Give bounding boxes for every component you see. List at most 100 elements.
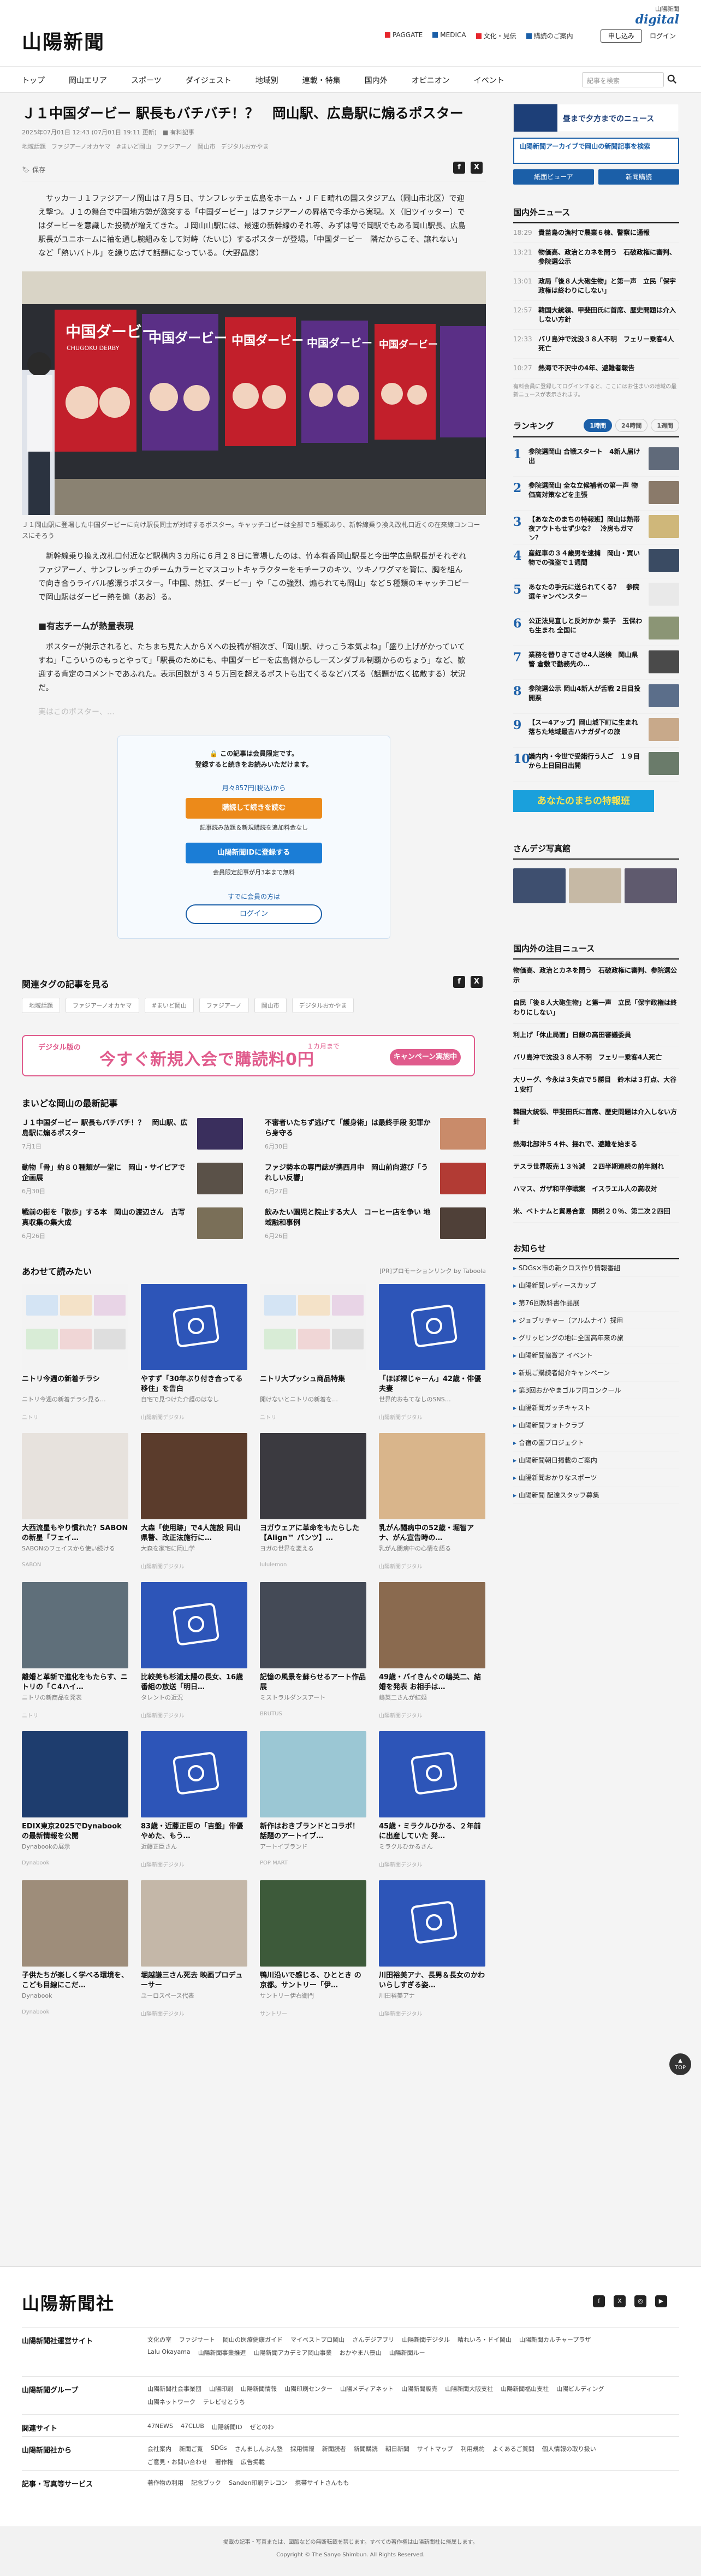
notice-item[interactable]: 第3回おかやまゴルフ同コンクール — [513, 1382, 679, 1399]
ranking-item[interactable]: 7 業務を替りきてさせ4人送検 岡山県警 倉敷で勤務先の… — [513, 646, 679, 680]
footer-link[interactable]: 山陽新聞デジタル — [402, 2335, 450, 2344]
recommended-card[interactable]: 子供たちが楽しく学べる環境を、こども目線にこだ… Dynabook Dynabook — [22, 1880, 128, 2017]
back-to-top-button[interactable]: ▲ TOP — [669, 2053, 691, 2075]
nav-item-sports[interactable]: スポーツ — [131, 75, 162, 86]
footer-link[interactable]: 山陽新聞カルチャープラザ — [519, 2335, 591, 2344]
article-tag[interactable]: デジタルおかやま — [221, 141, 269, 152]
footer-link[interactable]: テレビせとうち — [203, 2397, 245, 2406]
ranking-item[interactable]: 5 あなたの手元に送られてくる？ 参院選キャンペンスター — [513, 578, 679, 612]
footer-link[interactable]: 個人情報の取り扱い — [542, 2444, 596, 2453]
national-news-item[interactable]: 10:27 熱海で不沢中の4年、避難者報告 — [513, 359, 679, 378]
search-input[interactable]: 記事を検索 — [582, 72, 664, 87]
footer-link[interactable]: 山陽ネットワーク — [147, 2397, 195, 2406]
footer-link[interactable]: よくあるご質問 — [492, 2444, 534, 2453]
site-logo[interactable]: 山陽新聞 — [22, 26, 105, 55]
footer-link[interactable]: 山陽新聞販売 — [401, 2384, 437, 2393]
local-news-item[interactable]: 飲みたい園児と院止する大人 コーヒー店を争い 地域融和事例 6月26日 — [265, 1207, 486, 1242]
footer-link[interactable]: 携帯サイトさんもも — [295, 2478, 349, 2489]
article-tag[interactable]: ファジアーノオカヤマ — [51, 141, 111, 152]
footer-link[interactable]: 著作物の利用 — [147, 2478, 183, 2489]
footer-link[interactable]: ご意見・お問い合わせ — [147, 2457, 207, 2466]
article-tag[interactable]: ファジアーノ — [157, 141, 192, 152]
footer-link[interactable]: 山陽新聞事業推進 — [198, 2348, 246, 2357]
recommended-card[interactable]: 新作はおきブランドとコラボ！ 話題のアートイブ… アートイブランド POP MART — [260, 1731, 366, 1868]
footer-link[interactable]: さんましんぶん塾 — [235, 2444, 283, 2453]
subscribe-read-button[interactable]: 購読して続きを読む — [186, 798, 322, 819]
recommended-card[interactable]: 大森「使用跡」で4人施設 同山県警、改正法施行に… 大森を家宅に岡山学 山陽新聞デジ… — [141, 1433, 247, 1570]
footer-logo[interactable]: 山陽新聞社 — [22, 2290, 115, 2315]
local-news-item[interactable]: 不審者いたちず逃げて「護身術」は最終手段 犯罪から身守る 6月30日 — [265, 1118, 486, 1153]
header-link-paggate[interactable]: PAGGATE — [385, 31, 423, 40]
recommended-card[interactable]: 川田裕美アナ、長男＆長女のかわいらしすぎる姿… 川田裕美アナ 山陽新聞デジタル — [379, 1880, 485, 2017]
recommended-card[interactable]: 45歳・ミラクルひかる、２年前に出産していた 発… ミラクルひかるさん 山陽新聞デジ… — [379, 1731, 485, 1868]
notice-item[interactable]: 山陽新聞レディースカップ — [513, 1277, 679, 1294]
national-news-item[interactable]: 13:21 物価高、政治とカネを問う 石破政権に審判、参院選公示 — [513, 243, 679, 272]
gallery-photo[interactable] — [569, 868, 621, 903]
gallery-photo[interactable] — [513, 868, 566, 903]
related-tag[interactable]: 地域話題 — [22, 998, 60, 1013]
header-link-subscribe[interactable]: 購読のご案内 — [526, 31, 573, 40]
footer-link[interactable]: 山陽新聞社会事業団 — [147, 2384, 201, 2393]
footer-link[interactable]: 朝日新聞 — [385, 2444, 409, 2453]
login-link[interactable]: ログイン — [650, 31, 676, 40]
gallery-photo[interactable] — [625, 868, 677, 903]
ranking-item[interactable]: 1 参院選岡山 合戦スタート 4新人届け出 — [513, 443, 679, 477]
article-photo[interactable]: 中国ダービー CHUGOKU DERBY 中国ダービー 中国ダービー 中国ダービ… — [22, 271, 486, 515]
related-tag[interactable]: 岡山市 — [254, 998, 287, 1013]
footer-link[interactable]: 山陽新聞情報 — [241, 2384, 277, 2393]
ranking-tab-24h[interactable]: 24時間 — [615, 419, 648, 432]
recommended-card[interactable]: 83歳・近藤正臣の「吉盤」俳優やめた、もう… 近藤正臣さん 山陽新聞デジタル — [141, 1731, 247, 1868]
notice-item[interactable]: 山陽新聞ガッチキャスト — [513, 1399, 679, 1417]
banner-cta-button[interactable]: キャンペーン実施中 — [390, 1049, 461, 1065]
footer-link[interactable]: ファジサート — [179, 2335, 215, 2344]
subscribe-paper-button[interactable]: 新聞購読 — [598, 169, 679, 185]
related-tag[interactable]: ファジアーノ — [199, 998, 249, 1013]
local-news-item[interactable]: ファジ勢本の専門誌が携西月中 岡山前向遊び「うれしい反響」 6月27日 — [265, 1163, 486, 1198]
recommended-card[interactable]: 比較美も杉浦太陽の長女、16歳番組の放送「明日… タレントの近況 山陽新聞デジタル — [141, 1582, 247, 1719]
nav-item-okayama[interactable]: 岡山エリア — [69, 75, 107, 86]
local-news-item[interactable]: 戦前の街を「散歩」する本 岡山の渡辺さん 古写真収集の集大成 6月26日 — [22, 1207, 243, 1242]
recommended-card[interactable]: 記憶の風景を蘇らせるアート作品展 ミストラルダンスアート BRUTUS — [260, 1582, 366, 1719]
footer-link[interactable]: 著作権 — [215, 2457, 233, 2466]
footer-link[interactable]: Lalu Okayama — [147, 2348, 191, 2357]
notice-item[interactable]: 山陽新聞おかりなスポーツ — [513, 1469, 679, 1487]
x-icon[interactable]: X — [471, 162, 483, 174]
apply-button[interactable]: 申し込み — [601, 29, 642, 43]
recommended-card[interactable]: ヨガウェアに革命をもたらした【Align™ パンツ】… ヨガの世界を変える lulu… — [260, 1433, 366, 1570]
nav-item-region[interactable]: 地域別 — [256, 75, 278, 86]
attention-news-item[interactable]: テスラ世界販売１３％減 ２四半期連続の前年割れ — [513, 1156, 679, 1178]
attention-news-item[interactable]: 韓国大統領、甲斐田氏に首席、歴史問題は介入しない方針 — [513, 1101, 679, 1133]
footer-link[interactable]: 新聞ご覧 — [179, 2444, 203, 2453]
footer-link[interactable]: 山陽新聞福山支社 — [501, 2384, 549, 2393]
digital-badge[interactable]: 山陽新聞 digital — [635, 4, 679, 26]
nav-item-top[interactable]: トップ — [22, 75, 45, 86]
facebook-icon[interactable]: f — [453, 976, 465, 988]
nav-item-event[interactable]: イベント — [474, 75, 504, 86]
footer-link[interactable]: 広告掲載 — [241, 2457, 265, 2466]
sidebar-ad[interactable]: 昼まで夕方までのニュース — [513, 104, 679, 132]
notice-item[interactable]: SDGs×市の新クロス作り情報番組 — [513, 1259, 679, 1277]
recommended-card[interactable]: 堀越謙三さん死去 映画プロデューサー ユーロスペース代表 山陽新聞デジタル — [141, 1880, 247, 2017]
recommended-card[interactable]: 49歳・バイきんぐの嶋英二、結婚を発表 お相手は… 嶋英二さんが結婚 山陽新聞デジタ… — [379, 1582, 485, 1719]
footer-link[interactable]: SDGs — [211, 2444, 227, 2453]
footer-link[interactable]: 47NEWS — [147, 2423, 173, 2433]
footer-link[interactable]: 山陽新聞ルー — [389, 2348, 425, 2357]
footer-link[interactable]: 利用規約 — [461, 2444, 485, 2453]
footer-link[interactable]: 会社案内 — [147, 2444, 171, 2453]
ranking-tab-1w[interactable]: 1週間 — [651, 419, 679, 432]
footer-link[interactable]: 晴れいろ・ドイ岡山 — [458, 2335, 512, 2344]
ranking-item[interactable]: 10 議内内・今世で受諾行う人ご １９目から上日回日出開 — [513, 748, 679, 781]
article-tag[interactable]: 地域話題 — [22, 141, 46, 152]
special-report-banner[interactable]: あなたのまちの特報班 — [513, 790, 654, 812]
national-news-item[interactable]: 18:29 貴苗島の漁村で農業６棟、警察に通報 — [513, 223, 679, 243]
recommended-card[interactable]: 大西流星もやり慣れた？SABONの新星「フェイ… SABONのフェイスから使い続け… — [22, 1433, 128, 1570]
attention-news-item[interactable]: バリ島沖で沈没３８人不明 フェリー乗客4人死亡 — [513, 1046, 679, 1069]
local-news-item[interactable]: Ｊ１中国ダービー 駅長もバチバチ！？ 岡山駅、広島駅に煽るポスター 7月1日 — [22, 1118, 243, 1153]
footer-link[interactable]: 山陽印刷 — [209, 2384, 233, 2393]
national-news-item[interactable]: 12:57 韓国大統領、甲斐田氏に首席、歴史問題は介入しない方針 — [513, 301, 679, 330]
ranking-item[interactable]: 3 【あなたのまちの特報班】岡山は熱帯夜アウトもせず少な？ 冷房もガマン？ — [513, 511, 679, 544]
save-button[interactable]: 🔖︎ 保存 — [22, 165, 45, 174]
footer-link[interactable]: 山陽新聞アカデミア岡山事業 — [254, 2348, 332, 2357]
ranking-item[interactable]: 6 公正法見直しと反対かか 菜子 玉保わも生まれ 全国に — [513, 612, 679, 646]
x-icon[interactable]: X — [471, 976, 483, 988]
